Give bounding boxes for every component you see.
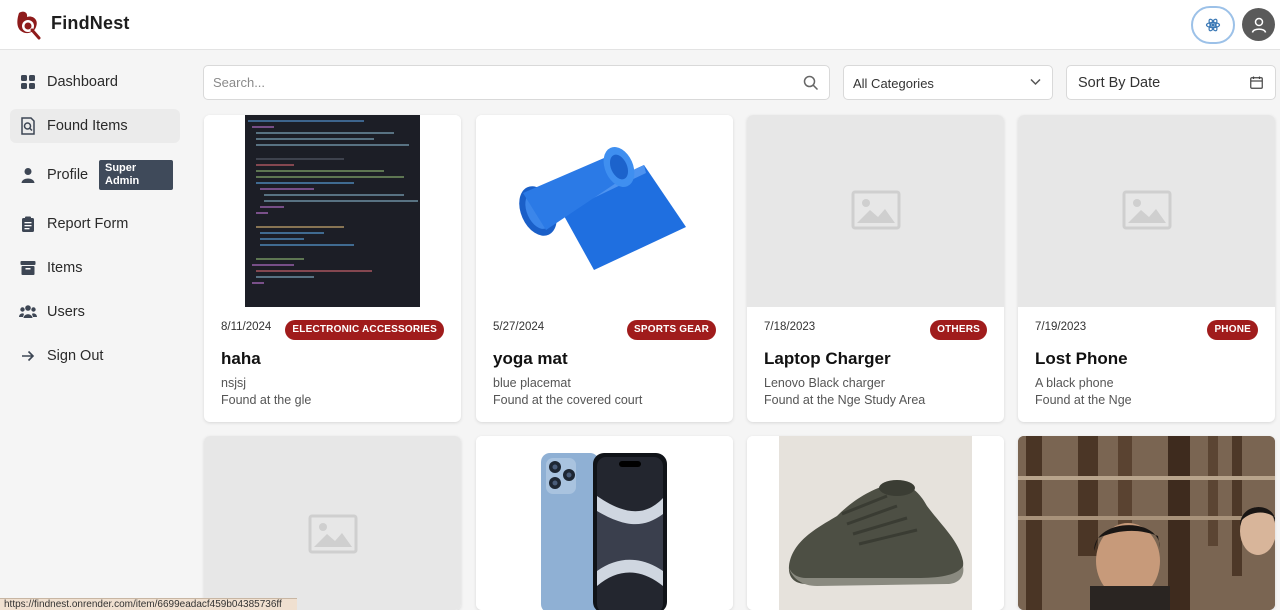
sidebar-item-report-form[interactable]: Report Form (10, 207, 180, 241)
item-location: Found at the Nge Study Area (764, 393, 926, 407)
archive-icon (19, 259, 37, 277)
item-title: Laptop Charger (764, 349, 891, 368)
arrow-right-icon (19, 347, 37, 365)
item-card[interactable] (1018, 436, 1275, 610)
react-atom-icon (1205, 18, 1221, 32)
search-box (203, 65, 830, 100)
search-input[interactable] (213, 75, 773, 90)
user-avatar-button[interactable] (1242, 8, 1275, 41)
sidebar-item-label: Users (47, 304, 85, 320)
item-description: nsjsj (221, 376, 247, 390)
clipboard-icon (19, 215, 37, 233)
category-badge: PHONE (1207, 320, 1258, 340)
dashboard-icon (19, 73, 37, 91)
item-image (1018, 115, 1275, 307)
item-card[interactable] (476, 436, 733, 610)
sidebar-item-label: Report Form (47, 216, 129, 232)
image-placeholder-icon (308, 514, 358, 554)
code-screenshot-image (245, 115, 420, 307)
users-icon (19, 303, 37, 321)
item-image (1018, 436, 1275, 610)
item-image (476, 436, 733, 610)
sidebar-item-found-items[interactable]: Found Items (10, 109, 180, 143)
search-icon[interactable] (803, 75, 819, 91)
person-icon (19, 166, 37, 184)
item-location: Found at the gle (221, 393, 312, 407)
item-location: Found at the Nge (1035, 393, 1132, 407)
image-placeholder-icon (851, 190, 901, 230)
brand-name: FindNest (51, 13, 130, 33)
found-items-icon (19, 117, 37, 135)
category-badge: OTHERS (930, 320, 987, 340)
category-badge: ELECTRONIC ACCESSORIES (285, 320, 444, 340)
sort-by-date-field[interactable]: Sort By Date (1066, 65, 1276, 100)
item-title: haha (221, 349, 261, 368)
person-photo-image (1018, 436, 1275, 610)
item-card[interactable]: 5/27/2024 SPORTS GEAR yoga mat blue plac… (476, 115, 733, 422)
item-location: Found at the covered court (493, 393, 643, 407)
yoga-mat-image (519, 146, 686, 270)
item-date: 5/27/2024 (493, 321, 545, 333)
super-admin-badge: Super Admin (99, 160, 173, 190)
sidebar-item-label: Dashboard (47, 74, 118, 90)
theme-toggle-button[interactable] (1191, 6, 1235, 44)
item-image (204, 436, 461, 610)
item-date: 7/18/2023 (764, 321, 816, 333)
shoe-image (779, 436, 972, 610)
iphone-image (541, 453, 667, 610)
item-image (747, 436, 1004, 610)
sidebar-item-label: Found Items (47, 118, 128, 134)
item-card[interactable] (204, 436, 461, 610)
item-card[interactable] (747, 436, 1004, 610)
sort-by-date-label: Sort By Date (1078, 75, 1161, 91)
top-bar: FindNest (0, 0, 1280, 50)
image-placeholder-icon (1122, 190, 1172, 230)
item-description: Lenovo Black charger (764, 376, 885, 390)
status-bar-url: https://findnest.onrender.com/item/6699e… (0, 598, 297, 610)
item-description: blue placemat (493, 376, 571, 390)
user-icon (1251, 17, 1266, 33)
item-title: Lost Phone (1035, 349, 1128, 368)
sidebar-item-items[interactable]: Items (10, 251, 180, 285)
item-card[interactable]: 7/18/2023 OTHERS Laptop Charger Lenovo B… (747, 115, 1004, 422)
item-date: 8/11/2024 (221, 321, 272, 333)
findnest-logo[interactable] (14, 9, 42, 41)
item-card[interactable]: 8/11/2024 ELECTRONIC ACCESSORIES haha ns… (204, 115, 461, 422)
sidebar-item-users[interactable]: Users (10, 295, 180, 329)
calendar-icon[interactable] (1250, 76, 1263, 89)
chevron-down-icon (1030, 78, 1041, 86)
item-date: 7/19/2023 (1035, 321, 1087, 333)
sidebar-item-sign-out[interactable]: Sign Out (10, 339, 180, 373)
category-select[interactable]: All Categories (843, 65, 1053, 100)
item-title: yoga mat (493, 349, 568, 368)
sidebar: Dashboard Found Items Profile Super Admi… (0, 51, 191, 610)
category-select-value: All Categories (853, 76, 934, 91)
category-badge: SPORTS GEAR (627, 320, 716, 340)
item-image (747, 115, 1004, 307)
item-card[interactable]: 7/19/2023 PHONE Lost Phone A black phone… (1018, 115, 1275, 422)
sidebar-item-label: Profile (47, 167, 89, 183)
sidebar-item-label: Items (47, 260, 83, 276)
item-image (204, 115, 461, 307)
sidebar-item-dashboard[interactable]: Dashboard (10, 65, 180, 99)
item-description: A black phone (1035, 376, 1114, 390)
item-image (476, 115, 733, 307)
sidebar-item-label: Sign Out (47, 348, 104, 364)
